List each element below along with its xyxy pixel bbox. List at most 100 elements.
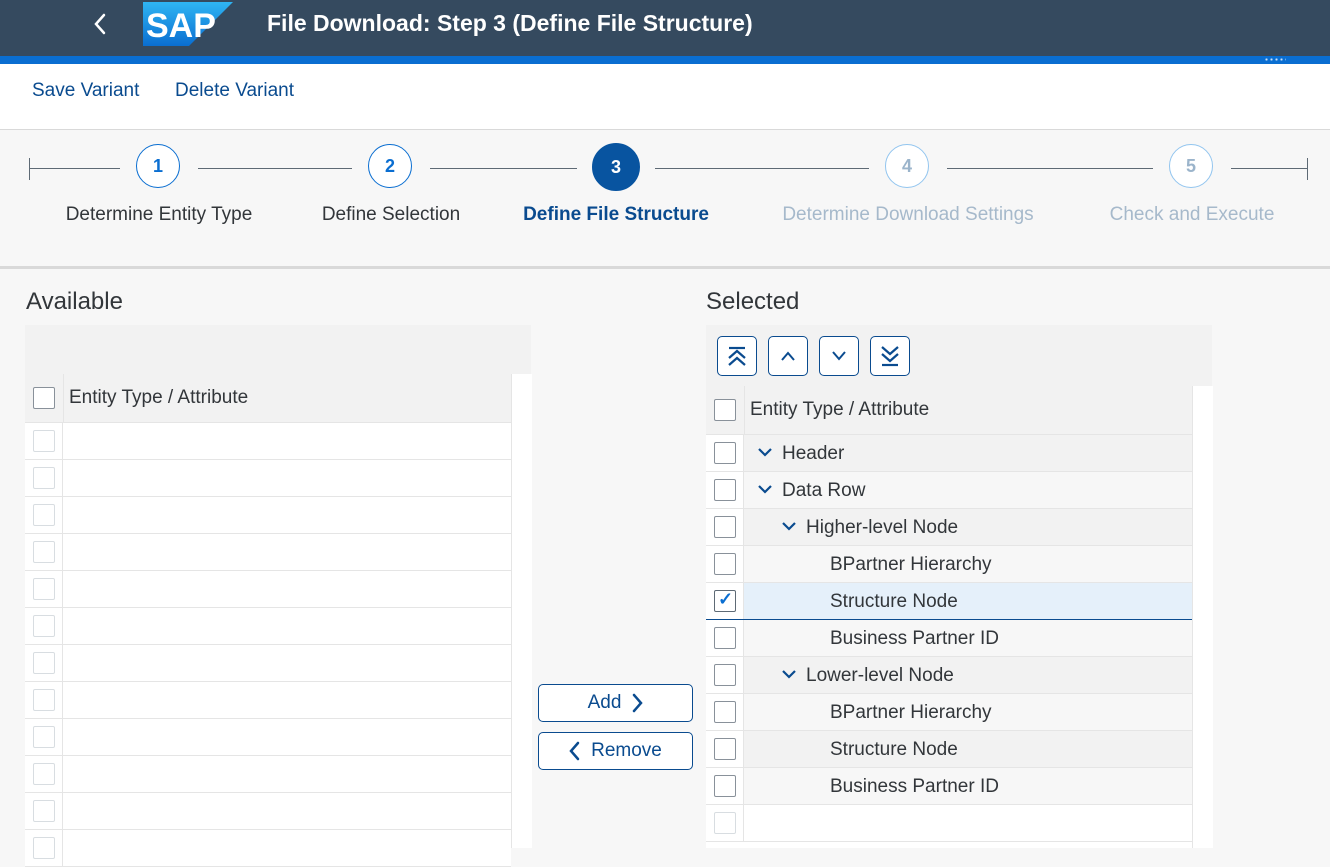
remove-button[interactable]: Remove bbox=[538, 732, 693, 770]
save-variant-button[interactable]: Save Variant bbox=[32, 80, 139, 102]
wizard-connector bbox=[1231, 168, 1308, 169]
table-row[interactable] bbox=[25, 645, 511, 682]
move-to-top-button[interactable] bbox=[717, 336, 757, 376]
move-down-button[interactable] bbox=[819, 336, 859, 376]
select-all-cell bbox=[25, 374, 64, 422]
chevron-down-icon[interactable] bbox=[756, 443, 774, 461]
row-checkbox-cell bbox=[25, 460, 63, 496]
row-checkbox[interactable] bbox=[33, 837, 55, 859]
wizard-connector bbox=[198, 168, 352, 169]
row-checkbox[interactable] bbox=[33, 430, 55, 452]
move-to-bottom-icon bbox=[881, 346, 899, 367]
available-scrollbar[interactable] bbox=[511, 374, 532, 848]
chevron-right-icon bbox=[633, 693, 644, 713]
table-row[interactable] bbox=[25, 460, 511, 497]
table-row[interactable] bbox=[25, 423, 511, 460]
wizard-step-3[interactable]: 3 bbox=[592, 143, 640, 191]
row-checkbox-cell bbox=[25, 645, 63, 681]
row-checkbox[interactable] bbox=[33, 541, 55, 563]
chevron-down-icon[interactable] bbox=[780, 665, 798, 683]
row-checkbox[interactable] bbox=[714, 664, 736, 686]
row-checkbox-cell bbox=[25, 423, 63, 459]
row-checkbox-cell bbox=[25, 682, 63, 718]
row-checkbox[interactable] bbox=[33, 726, 55, 748]
row-checkbox[interactable] bbox=[714, 701, 736, 723]
tree-row[interactable]: Higher-level Node bbox=[706, 509, 1192, 546]
wizard-connector bbox=[947, 168, 1153, 169]
add-button[interactable]: Add bbox=[538, 684, 693, 722]
table-row[interactable] bbox=[25, 682, 511, 719]
wizard-step-4: 4 bbox=[885, 144, 929, 188]
row-checkbox[interactable] bbox=[714, 775, 736, 797]
row-checkbox[interactable] bbox=[33, 652, 55, 674]
row-checkbox-cell bbox=[25, 608, 63, 644]
table-row[interactable] bbox=[25, 571, 511, 608]
row-checkbox[interactable] bbox=[33, 800, 55, 822]
row-checkbox[interactable] bbox=[33, 763, 55, 785]
add-button-label: Add bbox=[587, 692, 622, 713]
wizard-step-5-label: Check and Execute bbox=[1109, 204, 1275, 225]
chevron-left-icon bbox=[94, 13, 106, 35]
row-checkbox[interactable] bbox=[714, 627, 736, 649]
page-title: File Download: Step 3 (Define File Struc… bbox=[267, 10, 753, 36]
row-checkbox-cell bbox=[706, 509, 744, 545]
row-checkbox-cell bbox=[706, 472, 744, 508]
sap-logo[interactable]: SAP bbox=[143, 2, 233, 46]
row-checkbox[interactable] bbox=[33, 467, 55, 489]
table-row[interactable] bbox=[25, 719, 511, 756]
accent-bar bbox=[0, 56, 1330, 64]
move-to-bottom-button[interactable] bbox=[870, 336, 910, 376]
row-checkbox[interactable] bbox=[33, 578, 55, 600]
tree-row[interactable]: Business Partner ID bbox=[706, 768, 1192, 805]
table-row[interactable] bbox=[25, 534, 511, 571]
table-row[interactable] bbox=[25, 497, 511, 534]
row-checkbox-cell bbox=[25, 793, 63, 829]
tree-row[interactable]: Header bbox=[706, 435, 1192, 472]
move-up-icon bbox=[781, 351, 795, 361]
table-row[interactable] bbox=[25, 756, 511, 793]
tree-row-label: Structure Node bbox=[830, 591, 958, 612]
chevron-down-icon[interactable] bbox=[756, 480, 774, 498]
chevron-down-icon[interactable] bbox=[780, 517, 798, 535]
wizard-connector bbox=[430, 168, 577, 169]
tree-row[interactable]: BPartner Hierarchy bbox=[706, 546, 1192, 583]
available-select-all-checkbox[interactable] bbox=[33, 387, 55, 409]
tree-row-label: BPartner Hierarchy bbox=[830, 554, 992, 575]
row-checkbox-cell bbox=[25, 756, 63, 792]
wizard-step-1[interactable]: 1 bbox=[136, 144, 180, 188]
tree-row[interactable]: Business Partner ID bbox=[706, 620, 1192, 657]
row-checkbox-cell bbox=[25, 571, 63, 607]
selected-scrollbar[interactable] bbox=[1192, 386, 1213, 848]
tree-row[interactable]: Data Row bbox=[706, 472, 1192, 509]
page-toolbar: Save Variant Delete Variant bbox=[0, 64, 1330, 130]
back-button[interactable] bbox=[84, 8, 116, 40]
wizard-connector bbox=[29, 168, 120, 169]
tree-row[interactable]: Lower-level Node bbox=[706, 657, 1192, 694]
table-row[interactable] bbox=[25, 830, 511, 867]
row-checkbox[interactable] bbox=[714, 479, 736, 501]
remove-button-label: Remove bbox=[591, 740, 662, 761]
tree-row-label: Lower-level Node bbox=[806, 665, 954, 686]
row-checkbox[interactable] bbox=[714, 516, 736, 538]
row-checkbox[interactable] bbox=[33, 689, 55, 711]
table-row[interactable] bbox=[25, 608, 511, 645]
table-row[interactable] bbox=[25, 793, 511, 830]
row-checkbox[interactable] bbox=[714, 442, 736, 464]
wizard-step-2[interactable]: 2 bbox=[368, 144, 412, 188]
tree-row[interactable]: Structure Node bbox=[706, 583, 1192, 620]
tree-row[interactable]: Structure Node bbox=[706, 731, 1192, 768]
row-checkbox[interactable] bbox=[33, 504, 55, 526]
row-checkbox[interactable] bbox=[33, 615, 55, 637]
tree-row[interactable]: BPartner Hierarchy bbox=[706, 694, 1192, 731]
row-checkbox[interactable] bbox=[714, 738, 736, 760]
row-checkbox[interactable] bbox=[714, 553, 736, 575]
move-up-button[interactable] bbox=[768, 336, 808, 376]
selected-select-all-checkbox[interactable] bbox=[714, 399, 736, 421]
delete-variant-button[interactable]: Delete Variant bbox=[175, 80, 294, 102]
row-checkbox[interactable] bbox=[714, 812, 736, 834]
row-checkbox-cell bbox=[706, 657, 744, 693]
row-checkbox[interactable] bbox=[714, 589, 736, 612]
table-row[interactable] bbox=[706, 805, 1192, 842]
tree-row-label: Higher-level Node bbox=[806, 517, 959, 538]
wizard-step-5: 5 bbox=[1169, 144, 1213, 188]
